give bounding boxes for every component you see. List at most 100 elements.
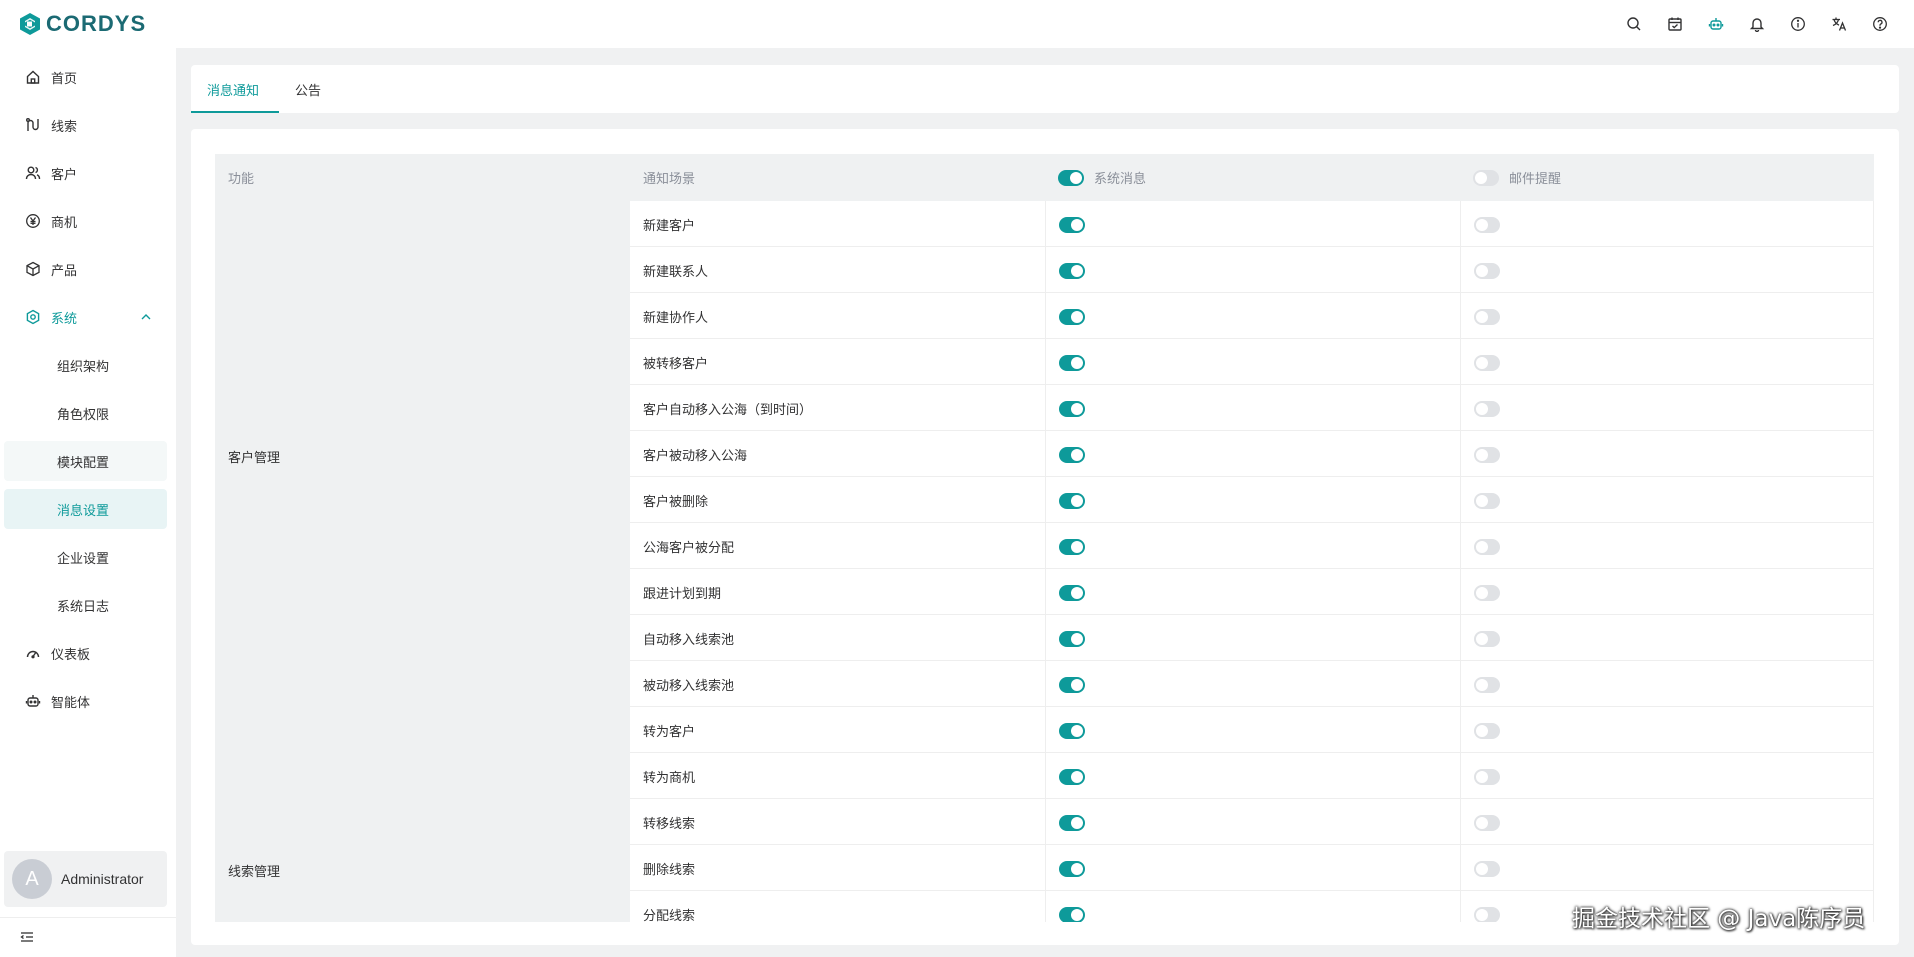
sidebar-item-system-log[interactable]: 系统日志 (4, 585, 167, 625)
translate-icon[interactable] (1818, 4, 1859, 44)
function-column: 客户管理 线索管理 (215, 201, 630, 922)
user-menu[interactable]: A Administrator (4, 851, 167, 907)
sidebar-item-role-permission[interactable]: 角色权限 (4, 393, 167, 433)
system-message-switch[interactable] (1059, 217, 1085, 233)
email-reminder-cell (1460, 477, 1874, 523)
tab-message-notification[interactable]: 消息通知 (207, 65, 259, 113)
system-message-switch[interactable] (1059, 585, 1085, 601)
email-reminder-switch[interactable] (1474, 585, 1500, 601)
system-message-switch[interactable] (1059, 631, 1085, 647)
scene-label: 新建客户 (643, 218, 696, 234)
table-row: 删除线索 (630, 845, 1874, 891)
info-icon[interactable] (1777, 4, 1818, 44)
system-message-switch[interactable] (1059, 493, 1085, 509)
system-message-switch[interactable] (1059, 815, 1085, 831)
system-message-switch[interactable] (1059, 401, 1085, 417)
top-bar: CORDYS (0, 0, 1914, 48)
sidebar-item-label: 消息设置 (57, 503, 110, 519)
sidebar-item-home[interactable]: 首页 (4, 57, 167, 97)
bell-icon[interactable] (1736, 4, 1777, 44)
sidebar-item-system[interactable]: 系统 (4, 297, 167, 337)
system-message-switch[interactable] (1059, 309, 1085, 325)
table-row: 跟进计划到期 (630, 569, 1874, 615)
sidebar-item-clue[interactable]: 线索 (4, 105, 167, 145)
sidebar-item-label: 组织架构 (57, 359, 110, 375)
scene-label: 被转移客户 (643, 356, 709, 372)
sidebar-item-message-settings[interactable]: 消息设置 (4, 489, 167, 529)
system-message-switch[interactable] (1059, 447, 1085, 463)
sidebar-item-agent[interactable]: 智能体 (4, 681, 167, 721)
email-reminder-switch[interactable] (1474, 769, 1500, 785)
tab-announcement[interactable]: 公告 (295, 65, 321, 113)
system-message-switch[interactable] (1059, 263, 1085, 279)
email-reminder-switch[interactable] (1474, 401, 1500, 417)
sidebar-item-enterprise-settings[interactable]: 企业设置 (4, 537, 167, 577)
tabs-bar: 消息通知 公告 (191, 65, 1899, 113)
help-icon[interactable] (1859, 4, 1900, 44)
email-reminder-switch[interactable] (1474, 539, 1500, 555)
sidebar-item-product[interactable]: 产品 (4, 249, 167, 289)
email-reminder-switch[interactable] (1474, 677, 1500, 693)
email-reminder-switch[interactable] (1474, 355, 1500, 371)
system-message-switch[interactable] (1059, 907, 1085, 922)
email-reminder-switch[interactable] (1474, 723, 1500, 739)
system-message-switch[interactable] (1059, 861, 1085, 877)
system-message-switch[interactable] (1059, 769, 1085, 785)
email-reminder-switch[interactable] (1474, 309, 1500, 325)
table-row: 被动移入线索池 (630, 661, 1874, 707)
email-reminder-switch[interactable] (1474, 263, 1500, 279)
email-reminder-switch[interactable] (1474, 907, 1500, 922)
notification-settings-card: 功能 通知场景 系统消息 邮件提醒 客户管理 线索管理 新建客户 新建联系人 新建协… (191, 129, 1899, 945)
sidebar-item-dashboard[interactable]: 仪表板 (4, 633, 167, 673)
email-reminder-master-switch[interactable] (1473, 169, 1499, 186)
chevron-up-icon[interactable] (139, 310, 153, 324)
sidebar-item-label: 首页 (51, 71, 78, 87)
system-message-switch[interactable] (1059, 723, 1085, 739)
email-reminder-switch[interactable] (1474, 815, 1500, 831)
calendar-icon[interactable] (1654, 4, 1695, 44)
box-icon (25, 261, 41, 277)
cordys-logo-icon (20, 13, 40, 35)
email-reminder-switch[interactable] (1474, 447, 1500, 463)
system-message-cell (1045, 523, 1460, 569)
sidebar-item-module-config[interactable]: 模块配置 (4, 441, 167, 481)
email-reminder-cell (1460, 707, 1874, 753)
system-message-switch[interactable] (1059, 677, 1085, 693)
sidebar: 首页 线索 客户 商机 产品 系统 组织架构 角色权限 模块配置 消息设置 企业… (0, 48, 176, 957)
system-message-cell (1045, 477, 1460, 523)
active-tab-indicator (191, 111, 279, 113)
robot-icon (25, 693, 41, 709)
email-reminder-switch[interactable] (1474, 493, 1500, 509)
sidebar-item-org-structure[interactable]: 组织架构 (4, 345, 167, 385)
sidebar-item-label: 产品 (51, 263, 78, 279)
header-system-message: 系统消息 (1058, 154, 1146, 201)
email-reminder-switch[interactable] (1474, 861, 1500, 877)
system-message-switch[interactable] (1059, 539, 1085, 555)
scene-label: 客户被动移入公海 (643, 448, 748, 464)
collapse-menu-icon[interactable] (19, 929, 35, 945)
system-message-cell (1045, 661, 1460, 707)
sidebar-item-label: 系统 (51, 311, 78, 327)
email-reminder-switch[interactable] (1474, 217, 1500, 233)
email-reminder-cell (1460, 339, 1874, 385)
sidebar-item-customer[interactable]: 客户 (4, 153, 167, 193)
watermark: 掘金技术社区 @ Java陈序员 (1572, 906, 1866, 932)
robot-icon[interactable] (1695, 4, 1736, 44)
header-function: 功能 (228, 154, 254, 201)
scene-label: 客户被删除 (643, 494, 709, 510)
email-reminder-cell (1460, 247, 1874, 293)
search-icon[interactable] (1613, 4, 1654, 44)
brand-name: CORDYS (46, 11, 147, 36)
header-scene: 通知场景 (643, 154, 695, 201)
sidebar-item-label: 角色权限 (57, 407, 110, 423)
system-message-master-switch[interactable] (1058, 169, 1084, 186)
table-row: 客户自动移入公海（到时间） (630, 385, 1874, 431)
system-message-switch[interactable] (1059, 355, 1085, 371)
email-reminder-cell (1460, 523, 1874, 569)
email-reminder-switch[interactable] (1474, 631, 1500, 647)
table-row: 转移线索 (630, 799, 1874, 845)
scene-label: 新建协作人 (643, 310, 709, 326)
email-reminder-cell (1460, 431, 1874, 477)
brand-logo[interactable]: CORDYS (18, 0, 146, 48)
sidebar-item-opportunity[interactable]: 商机 (4, 201, 167, 241)
